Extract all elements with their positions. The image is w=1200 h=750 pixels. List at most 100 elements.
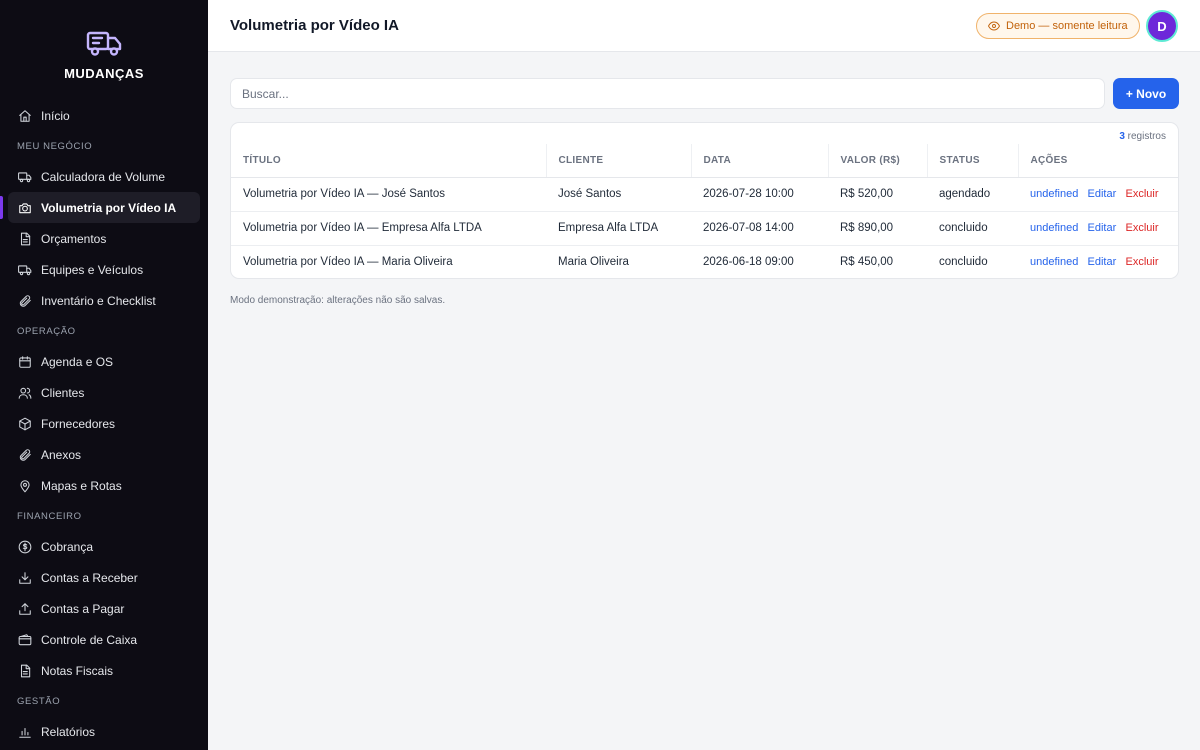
record-count: 3 registros [1119, 131, 1166, 142]
sidebar-item-clientes[interactable]: Clientes [8, 377, 200, 408]
sidebar-item-equipes-e-veiculos[interactable]: Equipes e Veículos [8, 254, 200, 285]
eye-icon [988, 21, 1000, 31]
delete-link[interactable]: Excluir [1125, 256, 1158, 268]
sidebar-item-anexos[interactable]: Anexos [8, 439, 200, 470]
sidebar-item-contas-a-pagar[interactable]: Contas a Pagar [8, 593, 200, 624]
sidebar-item-label: Orçamentos [41, 231, 107, 246]
bar-chart-icon [18, 725, 32, 739]
calendar-icon [18, 355, 32, 369]
sidebar-item-agenda-e-os[interactable]: Agenda e OS [8, 346, 200, 377]
sidebar-item-label: Fornecedores [41, 416, 116, 431]
demo-badge: Demo — somente leitura [976, 13, 1140, 39]
sidebar-item-mapas-e-rotas[interactable]: Mapas e Rotas [8, 470, 200, 501]
sidebar-item-calculadora-de-volume[interactable]: Calculadora de Volume [8, 161, 200, 192]
cell-status: agendado [927, 177, 1018, 212]
cell-status: concluido [927, 211, 1018, 246]
sidebar-item-fornecedores[interactable]: Fornecedores [8, 408, 200, 439]
sidebar-item-label: Mapas e Rotas [41, 478, 122, 493]
wallet-icon [18, 633, 32, 647]
sidebar-item-contas-a-receber[interactable]: Contas a Receber [8, 562, 200, 593]
page-title: Volumetria por Vídeo IA [230, 17, 399, 34]
undefined-action-link[interactable]: undefined [1030, 256, 1078, 268]
sidebar-item-label: Relatórios [41, 724, 96, 739]
section-label-financeiro: FINANCEIRO [17, 510, 82, 522]
demo-badge-label: Demo — somente leitura [1006, 20, 1128, 32]
truck-icon [18, 170, 32, 184]
sidebar-item-inicio[interactable]: Início [8, 100, 200, 131]
demo-footnote: Modo demonstração: alterações não são sa… [230, 295, 446, 306]
sidebar-nav: Início MEU NEGÓCIO Calculadora de Volume… [0, 100, 208, 747]
cell-data: 2026-07-08 14:00 [691, 211, 828, 246]
section-label-gestao: GESTÃO [17, 695, 61, 707]
table-header-row: TÍTULO CLIENTE DATA VALOR (R$) STATUS AÇ… [231, 144, 1178, 178]
sidebar-item-label: Contas a Pagar [41, 601, 125, 616]
sidebar-item-label: Agenda e OS [41, 354, 114, 369]
column-header-titulo[interactable]: TÍTULO [231, 144, 546, 178]
sidebar-item-volumetria-por-video-ia[interactable]: Volumetria por Vídeo IA [0, 192, 200, 223]
sidebar-item-label: Volumetria por Vídeo IA [41, 200, 177, 215]
sidebar-item-label: Notas Fiscais [41, 663, 114, 678]
table-row[interactable]: Volumetria por Vídeo IA — Empresa Alfa L… [231, 211, 1178, 246]
dollar-icon [18, 540, 32, 554]
edit-link[interactable]: Editar [1088, 256, 1117, 268]
truck-icon [18, 263, 32, 277]
column-header-data[interactable]: DATA [690, 144, 828, 178]
sidebar-item-label: Anexos [41, 447, 82, 462]
cell-valor: R$ 890,00 [828, 211, 927, 246]
cell-titulo: Volumetria por Vídeo IA — Empresa Alfa L… [231, 211, 546, 246]
search-input[interactable] [230, 78, 1105, 109]
cell-valor: R$ 450,00 [840, 256, 894, 269]
table-row[interactable]: Volumetria por Vídeo IA — José Santos Jo… [231, 177, 1178, 212]
cell-cliente: José Santos [546, 177, 691, 212]
download-icon [18, 571, 32, 585]
delete-link[interactable]: Excluir [1125, 222, 1158, 234]
cell-cliente: Empresa Alfa LTDA [546, 211, 691, 246]
cell-status: concluido [939, 256, 988, 269]
sidebar: MUDANÇAS Início MEU NEGÓCIO Calculadora … [0, 0, 208, 750]
new-button[interactable]: + Novo [1113, 78, 1179, 109]
column-header-status[interactable]: STATUS [926, 144, 1018, 178]
document-icon [18, 664, 32, 678]
sidebar-item-notas-fiscais[interactable]: Notas Fiscais [8, 655, 200, 686]
cell-actions: undefined Editar Excluir [1018, 177, 1178, 212]
moving-truck-icon [86, 31, 122, 56]
brand-name: MUDANÇAS [64, 66, 144, 81]
sidebar-item-label: Calculadora de Volume [41, 169, 166, 184]
upload-icon [18, 602, 32, 616]
cell-data: 2026-07-28 10:00 [691, 177, 828, 212]
sidebar-item-label: Equipes e Veículos [41, 262, 144, 277]
paperclip-icon [18, 294, 32, 308]
users-icon [18, 386, 32, 400]
sidebar-item-inventario-e-checklist[interactable]: Inventário e Checklist [8, 285, 200, 316]
paperclip-icon [18, 448, 32, 462]
column-header-valor[interactable]: VALOR (R$) [827, 144, 927, 178]
edit-link[interactable]: Editar [1088, 188, 1117, 200]
avatar[interactable]: D [1146, 10, 1178, 42]
sidebar-item-cobranca[interactable]: Cobrança [8, 531, 200, 562]
records-table: TÍTULO CLIENTE DATA VALOR (R$) STATUS AÇ… [231, 144, 1178, 278]
section-label-meu-negocio: MEU NEGÓCIO [17, 140, 93, 152]
cell-valor: R$ 520,00 [828, 177, 927, 212]
cell-titulo: Volumetria por Vídeo IA — Maria Oliveira [243, 256, 453, 269]
sidebar-item-relatorios[interactable]: Relatórios [8, 716, 200, 747]
record-count-suffix: registros [1124, 131, 1166, 142]
camera-icon [18, 201, 32, 215]
sidebar-item-label: Início [41, 108, 70, 123]
table-row[interactable]: Volumetria por Vídeo IA — Maria Oliveira… [231, 245, 1178, 278]
undefined-action-link[interactable]: undefined [1030, 188, 1078, 200]
sidebar-item-label: Cobrança [41, 539, 94, 554]
column-header-cliente[interactable]: CLIENTE [545, 144, 691, 178]
sidebar-item-label: Controle de Caixa [41, 632, 138, 647]
home-icon [18, 109, 32, 123]
sidebar-item-controle-de-caixa[interactable]: Controle de Caixa [8, 624, 200, 655]
sidebar-item-label: Contas a Receber [41, 570, 138, 585]
edit-link[interactable]: Editar [1088, 222, 1117, 234]
top-header: Volumetria por Vídeo IA Demo — somente l… [208, 0, 1200, 52]
undefined-action-link[interactable]: undefined [1030, 222, 1078, 234]
column-header-acoes: AÇÕES [1017, 144, 1178, 178]
delete-link[interactable]: Excluir [1125, 188, 1158, 200]
cell-titulo: Volumetria por Vídeo IA — José Santos [231, 177, 546, 212]
sidebar-item-orcamentos[interactable]: Orçamentos [8, 223, 200, 254]
brand[interactable]: MUDANÇAS [0, 0, 208, 100]
cell-actions: undefined Editar Excluir [1018, 245, 1178, 278]
